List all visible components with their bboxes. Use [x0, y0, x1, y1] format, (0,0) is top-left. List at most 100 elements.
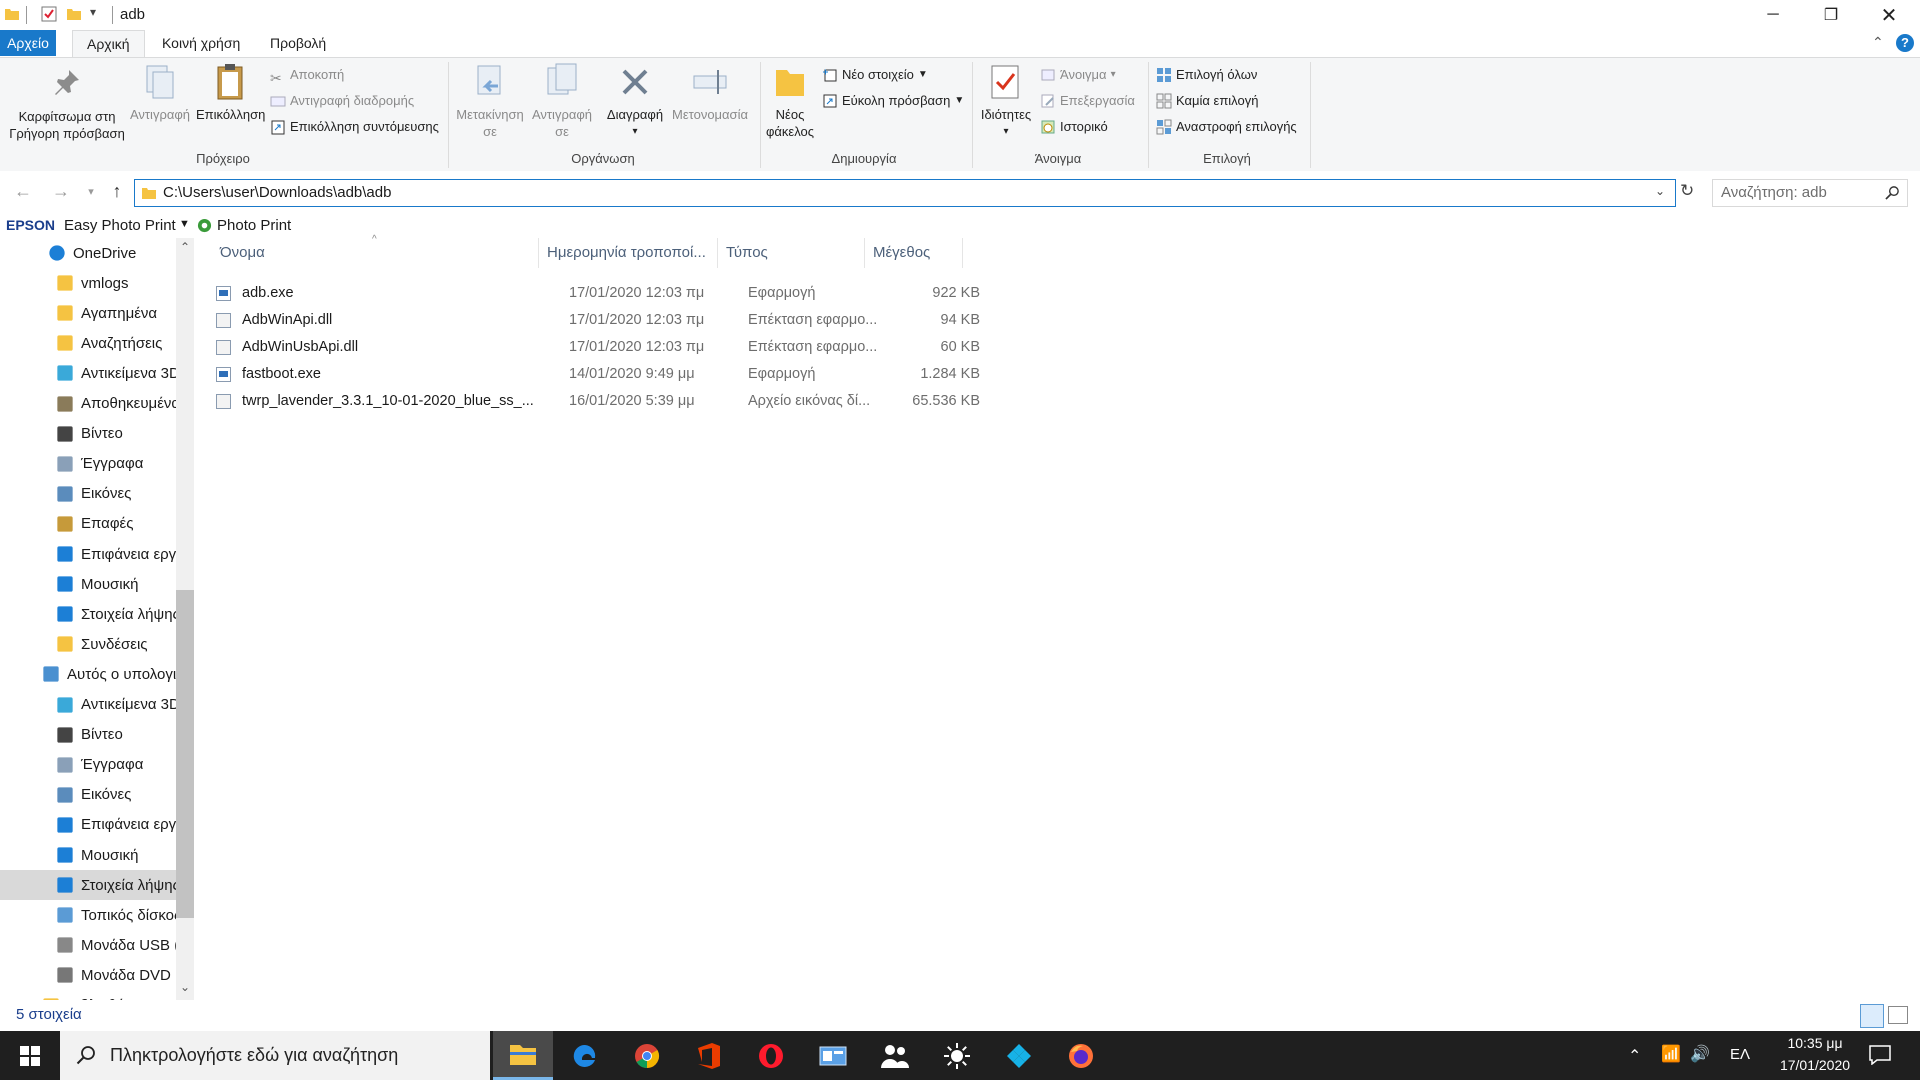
column-header-name[interactable]: Όνομα	[194, 238, 539, 268]
sidebar-item[interactable]: Αποθηκευμένα	[0, 389, 176, 419]
sidebar-item[interactable]: Συνδέσεις	[0, 629, 176, 659]
cut-button[interactable]: ✂ Αποκοπή	[270, 64, 344, 86]
kodi-taskbar-button[interactable]	[989, 1031, 1049, 1080]
opera-taskbar-button[interactable]	[741, 1031, 801, 1080]
customize-quick-access-icon[interactable]: ▾	[90, 5, 96, 19]
new-folder-icon[interactable]	[66, 6, 82, 22]
easy-photo-print-button[interactable]: Easy Photo Print	[64, 217, 176, 234]
sidebar-item[interactable]: Επαφές	[0, 509, 176, 539]
address-dropdown-icon[interactable]: ⌄	[1655, 184, 1665, 198]
properties-icon[interactable]	[41, 6, 57, 22]
firefox-taskbar-button[interactable]	[1051, 1031, 1111, 1080]
recent-locations-icon[interactable]: ▾	[78, 185, 104, 198]
file-row[interactable]: AdbWinApi.dll 17/01/2020 12:03 πμ Επέκταση…	[216, 307, 980, 334]
move-to-button[interactable]: Μετακίνηση σε	[452, 62, 528, 140]
search-input[interactable]: Αναζήτηση: adb	[1721, 184, 1827, 201]
sidebar-item[interactable]: Βιβλιοθήκες	[0, 991, 176, 1000]
sidebar-item[interactable]: Βίντεο	[0, 419, 176, 449]
sidebar-item[interactable]: Έγγραφα	[0, 449, 176, 479]
sidebar-item[interactable]: Εικόνες	[0, 780, 176, 810]
up-arrow-icon[interactable]: ↑	[104, 181, 130, 202]
restore-button[interactable]: ❐	[1802, 0, 1860, 30]
open-button[interactable]: Άνοιγμα ▾	[1040, 64, 1116, 86]
large-icons-view-icon[interactable]	[1888, 1006, 1908, 1024]
address-bar[interactable]: C:\Users\user\Downloads\adb\adb ⌄	[134, 179, 1676, 207]
brightness-taskbar-button[interactable]	[927, 1031, 987, 1080]
sidebar-item[interactable]: vmlogs	[0, 268, 176, 298]
copy-path-button[interactable]: Αντιγραφή διαδρομής	[270, 90, 414, 112]
sidebar-item[interactable]: Μονάδα USB (	[0, 930, 176, 960]
navigation-pane-scrollbar[interactable]: ⌃ ⌄	[176, 238, 194, 1000]
volume-icon[interactable]: 🔊	[1690, 1044, 1710, 1064]
sidebar-item[interactable]: Αναζητήσεις	[0, 328, 176, 358]
delete-button[interactable]: Διαγραφή ▾	[600, 62, 670, 140]
properties-dropdown-icon[interactable]: ▾	[974, 123, 1038, 140]
photo-print-button[interactable]: Photo Print	[217, 217, 291, 234]
sidebar-item[interactable]: Έγγραφα	[0, 750, 176, 780]
sidebar-item[interactable]: Αντικείμενα 3D	[0, 690, 176, 720]
back-arrow-icon[interactable]: ←	[10, 181, 36, 202]
sidebar-item[interactable]: Στοιχεία λήψης	[0, 870, 176, 901]
file-explorer-taskbar-button[interactable]	[493, 1031, 553, 1080]
properties-button[interactable]: Ιδιότητες ▾	[974, 62, 1038, 140]
edge-taskbar-button[interactable]	[555, 1031, 615, 1080]
app-taskbar-button[interactable]	[803, 1031, 863, 1080]
sidebar-item[interactable]: Μουσική	[0, 569, 176, 599]
tab-view[interactable]: Προβολή	[256, 30, 340, 56]
taskbar-search-box[interactable]: Πληκτρολογήστε εδώ για αναζήτηση	[60, 1031, 490, 1080]
help-icon[interactable]: ?	[1896, 34, 1914, 52]
sidebar-item[interactable]: Αντικείμενα 3D	[0, 358, 176, 388]
scroll-down-icon[interactable]: ⌄	[180, 980, 190, 994]
tab-share[interactable]: Κοινή χρήση	[148, 30, 254, 56]
easy-access-button[interactable]: Εύκολη πρόσβαση ▼	[822, 90, 964, 112]
search-box[interactable]: Αναζήτηση: adb	[1712, 179, 1908, 207]
file-row[interactable]: fastboot.exe 14/01/2020 9:49 μμ Εφαρμογή 1.…	[216, 361, 980, 388]
sidebar-item[interactable]: Αυτός ο υπολογιστής	[0, 659, 176, 689]
details-view-icon[interactable]	[1860, 1004, 1884, 1028]
sidebar-item[interactable]: Αγαπημένα	[0, 298, 176, 328]
people-taskbar-button[interactable]	[865, 1031, 925, 1080]
file-row[interactable]: AdbWinUsbApi.dll 17/01/2020 12:03 πμ Επέκτ…	[216, 334, 980, 361]
new-folder-button[interactable]: Νέος φάκελος	[762, 62, 818, 140]
notifications-icon[interactable]	[1869, 1045, 1891, 1065]
office-taskbar-button[interactable]	[679, 1031, 739, 1080]
close-button[interactable]: ✕	[1860, 0, 1918, 30]
tab-file[interactable]: Αρχείο	[0, 30, 56, 56]
input-language[interactable]: ΕΛ	[1730, 1046, 1750, 1063]
paste-button[interactable]: Επικόλληση	[196, 62, 265, 123]
file-row[interactable]: adb.exe 17/01/2020 12:03 πμ Εφαρμογή 922 KB	[216, 280, 980, 307]
clock-date[interactable]: 17/01/2020	[1760, 1057, 1870, 1073]
history-button[interactable]: Ιστορικό	[1040, 116, 1108, 138]
sidebar-item[interactable]: Επιφάνεια εργασίας	[0, 539, 176, 569]
sidebar-item[interactable]: Εικόνες	[0, 479, 176, 509]
show-hidden-icons-icon[interactable]: ⌃	[1628, 1046, 1641, 1066]
tab-home[interactable]: Αρχική	[72, 30, 145, 58]
sidebar-item[interactable]: Μονάδα DVD R	[0, 960, 176, 990]
rename-button[interactable]: Μετονομασία	[666, 62, 754, 123]
forward-arrow-icon[interactable]: →	[48, 181, 74, 202]
minimize-button[interactable]: ─	[1744, 0, 1802, 30]
collapse-ribbon-icon[interactable]: ⌃	[1872, 34, 1884, 51]
network-icon[interactable]: 📶	[1661, 1044, 1681, 1064]
column-header-size[interactable]: Μέγεθος	[865, 238, 963, 268]
copy-to-button[interactable]: Αντιγραφή σε	[526, 62, 598, 140]
column-header-type[interactable]: Τύπος	[718, 238, 865, 268]
paste-shortcut-button[interactable]: Επικόλληση συντόμευσης	[270, 116, 439, 138]
select-none-button[interactable]: Καμία επιλογή	[1156, 90, 1258, 112]
sidebar-item[interactable]: Βίντεο	[0, 720, 176, 750]
file-row[interactable]: twrp_lavender_3.3.1_10-01-2020_blue_ss_.…	[216, 388, 980, 415]
refresh-icon[interactable]: ↻	[1680, 181, 1694, 201]
copy-button[interactable]: Αντιγραφή	[126, 62, 194, 123]
sidebar-item[interactable]: Τοπικός δίσκος	[0, 900, 176, 930]
invert-selection-button[interactable]: Αναστροφή επιλογής	[1156, 116, 1297, 138]
taskbar-search-input[interactable]: Πληκτρολογήστε εδώ για αναζήτηση	[110, 1045, 398, 1066]
address-path[interactable]: C:\Users\user\Downloads\adb\adb	[163, 184, 391, 201]
chrome-taskbar-button[interactable]	[617, 1031, 677, 1080]
scroll-up-icon[interactable]: ⌃	[180, 240, 190, 254]
edit-button[interactable]: Επεξεργασία	[1040, 90, 1135, 112]
start-button[interactable]	[0, 1031, 60, 1080]
column-header-date[interactable]: Ημερομηνία τροποποί...	[539, 238, 718, 268]
select-all-button[interactable]: Επιλογή όλων	[1156, 64, 1257, 86]
sidebar-item[interactable]: Στοιχεία λήψης	[0, 599, 176, 629]
easy-photo-print-dropdown-icon[interactable]: ▼	[179, 218, 190, 230]
